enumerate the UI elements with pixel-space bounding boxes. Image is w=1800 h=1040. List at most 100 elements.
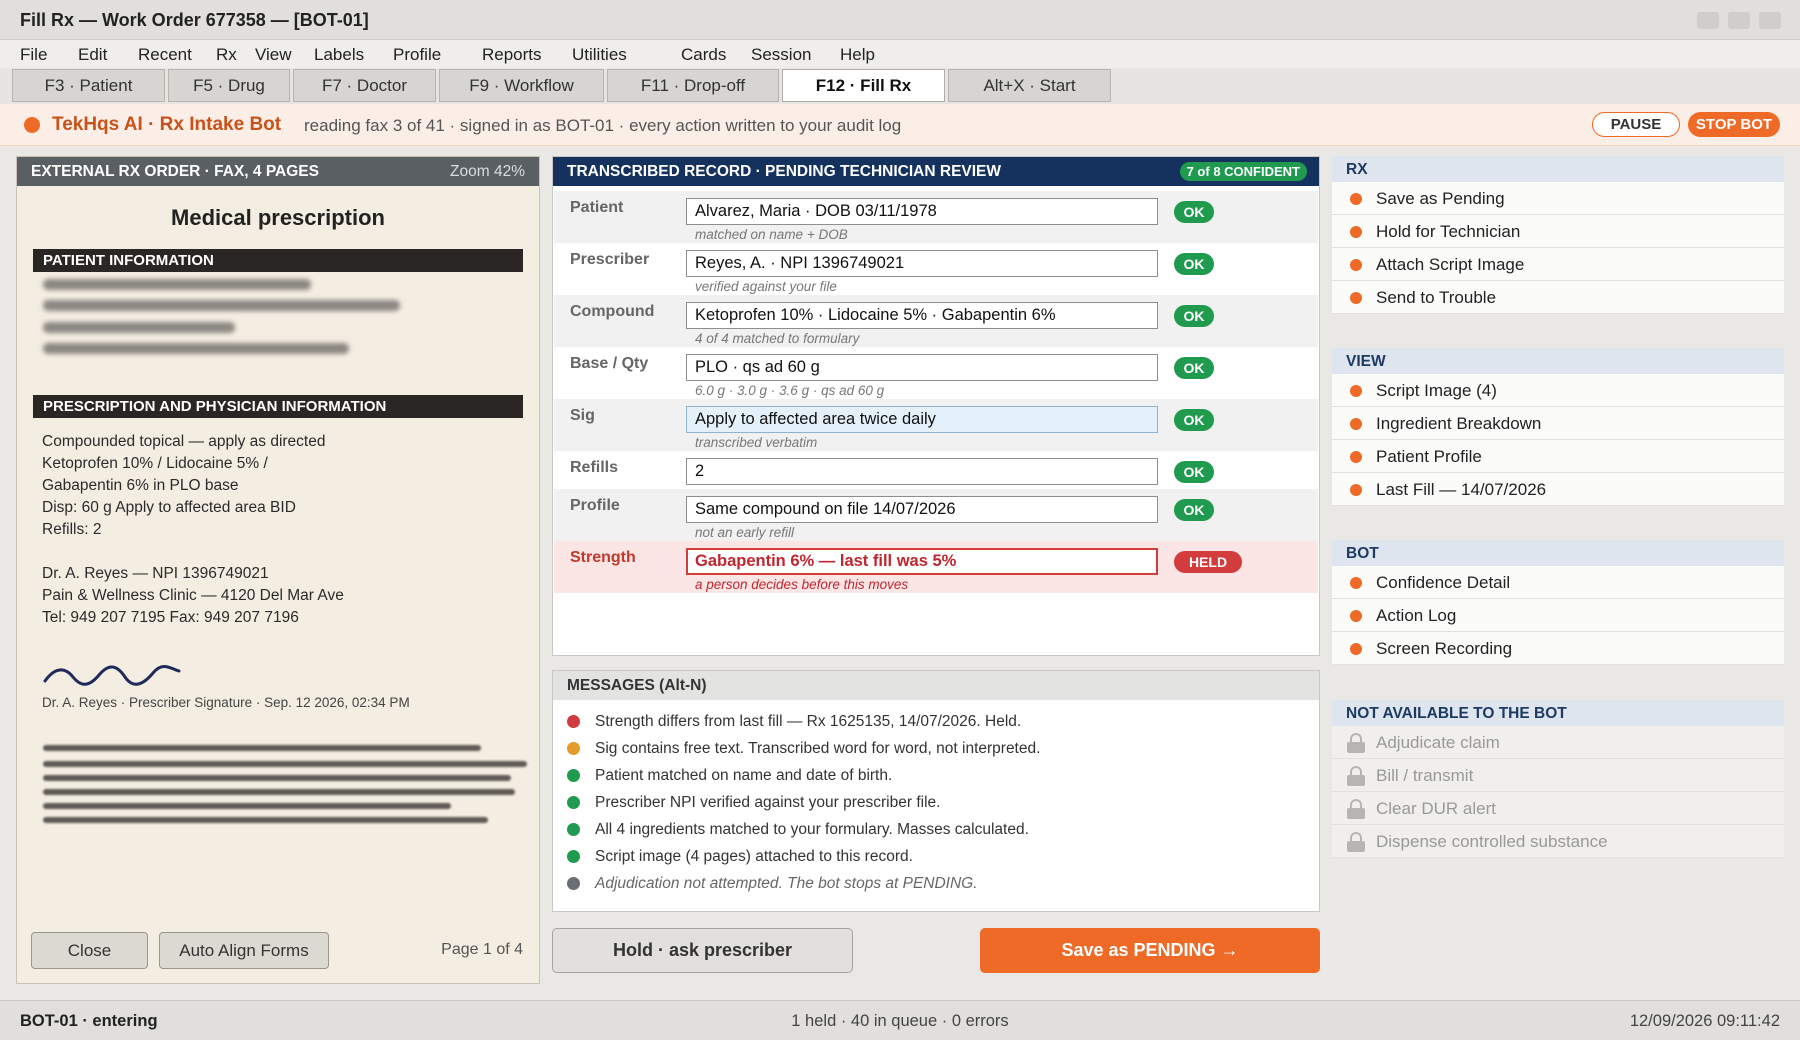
status-timestamp: 12/09/2026 09:11:42 — [1629, 1012, 1780, 1030]
hold-ask-prescriber-button[interactable]: Hold · ask prescriber — [552, 928, 853, 973]
field-note: 6.0 g · 3.0 g · 3.6 g · qs ad 60 g — [695, 383, 885, 398]
message-text: Script image (4 pages) attached to this … — [595, 848, 913, 865]
doctor-line: Tel: 949 207 7195 Fax: 949 207 7196 — [42, 609, 299, 626]
message-text: Patient matched on name and date of birt… — [595, 767, 893, 784]
sidebar-group-view: VIEW Script Image (4) Ingredient Breakdo… — [1332, 348, 1784, 506]
bot-status-dot — [24, 117, 40, 133]
record-row-base-qty: Base / Qty PLO · qs ad 60 g 6.0 g · 3.0 … — [554, 347, 1318, 399]
sidebar-item-hold-for-technician[interactable]: Hold for Technician — [1332, 215, 1784, 248]
sidebar-item-label: Attach Script Image — [1376, 255, 1525, 274]
sidebar-item-screen-recording[interactable]: Screen Recording — [1332, 632, 1784, 665]
base-qty-field[interactable]: PLO · qs ad 60 g — [686, 354, 1158, 381]
sidebar-item-label: Script Image (4) — [1376, 381, 1497, 400]
menu-file[interactable]: File — [20, 45, 47, 65]
sidebar-item-attach-script-image[interactable]: Attach Script Image — [1332, 248, 1784, 281]
stop-bot-button[interactable]: STOP BOT — [1688, 112, 1780, 137]
auto-align-forms-button[interactable]: Auto Align Forms — [159, 932, 329, 969]
menu-labels[interactable]: Labels — [314, 45, 364, 65]
field-label: Patient — [570, 199, 624, 216]
menu-cards[interactable]: Cards — [681, 45, 726, 65]
close-window-button[interactable] — [1759, 12, 1781, 29]
sidebar-item-label: Hold for Technician — [1376, 222, 1521, 241]
redacted-line — [43, 761, 527, 767]
tab-start[interactable]: Alt+X · Start — [948, 69, 1111, 102]
status-bar: BOT-01 · entering 1 held · 40 in queue ·… — [0, 1000, 1800, 1040]
record-row-refills: Refills 2 OK — [554, 451, 1318, 489]
strength-field[interactable]: Gabapentin 6% — last fill was 5% — [686, 548, 1158, 575]
ok-badge: OK — [1174, 461, 1214, 483]
sidebar-item-patient-profile[interactable]: Patient Profile — [1332, 440, 1784, 473]
field-label: Prescriber — [570, 251, 650, 268]
refills-field[interactable]: 2 — [686, 458, 1158, 485]
ok-badge: OK — [1174, 409, 1214, 431]
record-header: TRANSCRIBED RECORD · PENDING TECHNICIAN … — [553, 157, 1319, 186]
success-status-dot — [567, 823, 580, 836]
field-note: 4 of 4 matched to formulary — [695, 331, 860, 346]
save-as-pending-button[interactable]: Save as PENDING → — [980, 928, 1320, 973]
menu-help[interactable]: Help — [840, 45, 875, 65]
close-button[interactable]: Close — [31, 932, 148, 969]
bot-status-text: reading fax 3 of 41 · signed in as BOT-0… — [304, 116, 902, 135]
menu-session[interactable]: Session — [751, 45, 811, 65]
tab-drug[interactable]: F5 · Drug — [168, 69, 290, 102]
success-status-dot — [567, 796, 580, 809]
function-key-tabs: F3 · Patient F5 · Drug F7 · Doctor F9 · … — [0, 68, 1800, 104]
rx-text-block: Compounded topical — apply as directed K… — [42, 431, 325, 541]
sidebar-item-ingredient-breakdown[interactable]: Ingredient Breakdown — [1332, 407, 1784, 440]
menu-utilities[interactable]: Utilities — [572, 45, 627, 65]
sidebar-item-confidence-detail[interactable]: Confidence Detail — [1332, 566, 1784, 599]
redacted-line — [43, 803, 451, 809]
signature-scribble — [43, 665, 181, 686]
tab-drop-off[interactable]: F11 · Drop-off — [607, 69, 779, 102]
page-indicator: Page 1 of 4 — [441, 941, 523, 958]
redacted-line — [43, 817, 488, 823]
minimize-button[interactable] — [1697, 12, 1719, 29]
sidebar-item-action-log[interactable]: Action Log — [1332, 599, 1784, 632]
redacted-line — [43, 775, 511, 781]
message-text: Strength differs from last fill — Rx 162… — [595, 713, 1022, 730]
sidebar-item-script-image[interactable]: Script Image (4) — [1332, 374, 1784, 407]
zoom-level[interactable]: Zoom 42% — [450, 163, 525, 181]
record-row-profile: Profile Same compound on file 14/07/2026… — [554, 489, 1318, 541]
menu-rx[interactable]: Rx — [216, 45, 237, 65]
sig-field[interactable]: Apply to affected area twice daily — [686, 406, 1158, 433]
field-label: Sig — [570, 407, 595, 424]
tab-workflow[interactable]: F9 · Workflow — [439, 69, 604, 102]
bullet-icon — [1350, 451, 1362, 463]
sidebar-item-label: Confidence Detail — [1376, 573, 1511, 592]
prescriber-field[interactable]: Reyes, A. · NPI 1396749021 — [686, 250, 1158, 277]
menu-edit[interactable]: Edit — [78, 45, 107, 65]
tab-fill-rx[interactable]: F12 · Fill Rx — [782, 69, 945, 102]
bullet-icon — [1350, 484, 1362, 496]
sidebar-item-send-to-trouble[interactable]: Send to Trouble — [1332, 281, 1784, 314]
menu-reports[interactable]: Reports — [482, 45, 542, 65]
compound-field[interactable]: Ketoprofen 10% · Lidocaine 5% · Gabapent… — [686, 302, 1158, 329]
message-text: Sig contains free text. Transcribed word… — [595, 740, 1041, 757]
tab-patient[interactable]: F3 · Patient — [12, 69, 165, 102]
confidence-badge: 7 of 8 CONFIDENT — [1179, 162, 1307, 181]
bullet-icon — [1350, 226, 1362, 238]
sidebar-item-clear-dur-alert: Clear DUR alert — [1332, 792, 1784, 825]
menu-recent[interactable]: Recent — [138, 45, 192, 65]
sidebar-item-last-fill[interactable]: Last Fill — 14/07/2026 — [1332, 473, 1784, 506]
profile-field[interactable]: Same compound on file 14/07/2026 — [686, 496, 1158, 523]
maximize-button[interactable] — [1728, 12, 1750, 29]
patient-field[interactable]: Alvarez, Maria · DOB 03/11/1978 — [686, 198, 1158, 225]
field-note: transcribed verbatim — [695, 435, 818, 450]
redacted-line — [43, 343, 349, 354]
message-text: All 4 ingredients matched to your formul… — [595, 821, 1029, 838]
ok-badge: OK — [1174, 305, 1214, 327]
menu-view[interactable]: View — [255, 45, 292, 65]
sidebar-item-save-as-pending[interactable]: Save as Pending — [1332, 182, 1784, 215]
sidebar-group-bot: BOT Confidence Detail Action Log Screen … — [1332, 540, 1784, 665]
lock-icon — [1347, 799, 1365, 819]
menu-profile[interactable]: Profile — [393, 45, 441, 65]
lock-icon — [1347, 832, 1365, 852]
tab-doctor[interactable]: F7 · Doctor — [293, 69, 436, 102]
message-text: Adjudication not attempted. The bot stop… — [595, 875, 978, 892]
bot-name: TekHqs AI · Rx Intake Bot — [52, 114, 282, 135]
doctor-text-block: Dr. A. Reyes — NPI 1396749021 Pain & Wel… — [42, 563, 344, 629]
pause-button[interactable]: PAUSE — [1592, 112, 1680, 137]
bullet-icon — [1350, 418, 1362, 430]
held-badge: HELD — [1174, 551, 1242, 573]
